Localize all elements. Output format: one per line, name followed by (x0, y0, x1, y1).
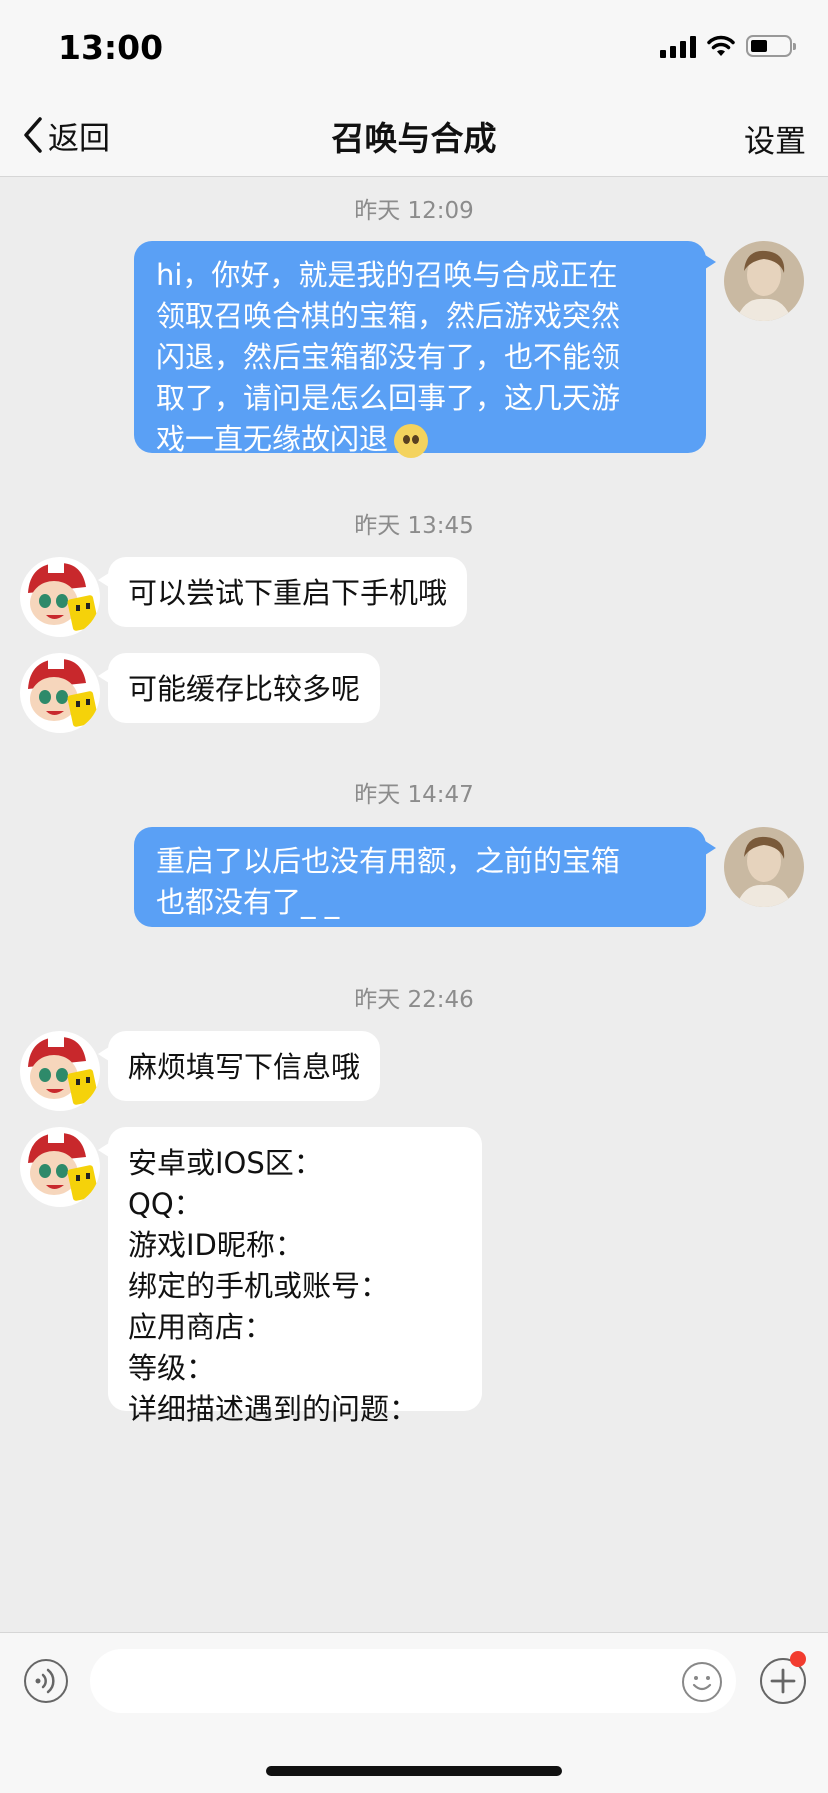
message-text: 重启了以后也没有用额，之前的宝箱 也都没有了_ _ (156, 844, 621, 919)
battery-icon (746, 35, 796, 57)
notification-dot (790, 1651, 806, 1667)
outgoing-message[interactable]: 重启了以后也没有用额，之前的宝箱 也都没有了_ _ (134, 827, 716, 927)
incoming-message[interactable]: 可能缓存比较多呢 (97, 653, 381, 723)
voice-button[interactable] (24, 1659, 68, 1703)
status-time: 13:00 (58, 28, 164, 67)
cartoon-avatar-icon (20, 653, 100, 733)
settings-button[interactable]: 设置 (744, 116, 806, 161)
wifi-icon (707, 35, 735, 56)
cartoon-avatar-icon (20, 557, 100, 637)
message-input[interactable] (90, 1649, 736, 1713)
signal-icon (660, 34, 696, 58)
home-indicator[interactable] (266, 1766, 562, 1776)
portrait-icon (724, 241, 804, 321)
timestamp: 昨天 13:45 (354, 513, 474, 539)
agent-avatar[interactable] (20, 1127, 100, 1207)
incoming-message[interactable]: 麻烦填写下信息哦 (97, 1031, 381, 1101)
user-avatar[interactable] (724, 241, 804, 321)
emoji-icon (692, 1676, 712, 1691)
message-text: hi，你好，就是我的召唤与合成正在 领取召唤合棋的宝箱，然后游戏突然 闪退，然后… (156, 258, 621, 456)
message-text: 安卓或IOS区： QQ： 游戏ID昵称： 绑定的手机或账号： 应用商店： 等级：… (128, 1146, 419, 1426)
cartoon-avatar-icon (20, 1031, 100, 1111)
incoming-message[interactable]: 可以尝试下重启下手机哦 (97, 557, 468, 627)
timestamp: 昨天 12:09 (354, 198, 474, 224)
timestamp: 昨天 14:47 (354, 782, 474, 808)
chat-area[interactable]: 昨天 12:09 hi，你好，就是我的召唤与合成正在 领取召唤合棋的宝箱，然后游… (0, 177, 828, 1632)
chat-title: 召唤与合成 (331, 119, 497, 158)
message-text: 可能缓存比较多呢 (128, 672, 361, 706)
timestamp: 昨天 22:46 (354, 987, 474, 1013)
status-icons (660, 34, 796, 58)
voice-icon (35, 1668, 55, 1694)
message-text: 可以尝试下重启下手机哦 (128, 576, 448, 610)
message-text: 麻烦填写下信息哦 (128, 1050, 361, 1084)
pleading-face-emoji-icon (394, 424, 429, 458)
cartoon-avatar-icon (20, 1127, 100, 1207)
agent-avatar[interactable] (20, 557, 100, 637)
outgoing-message[interactable]: hi，你好，就是我的召唤与合成正在 领取召唤合棋的宝箱，然后游戏突然 闪退，然后… (134, 241, 716, 458)
agent-avatar[interactable] (20, 1031, 100, 1111)
emoji-button[interactable] (682, 1662, 722, 1702)
status-bar: 13:00 (0, 0, 828, 98)
incoming-message[interactable]: 安卓或IOS区： QQ： 游戏ID昵称： 绑定的手机或账号： 应用商店： 等级：… (98, 1127, 482, 1426)
portrait-icon (724, 827, 804, 907)
nav-bar: 返回 召唤与合成 设置 (0, 98, 828, 177)
user-avatar[interactable] (724, 827, 804, 907)
agent-avatar[interactable] (20, 653, 100, 733)
